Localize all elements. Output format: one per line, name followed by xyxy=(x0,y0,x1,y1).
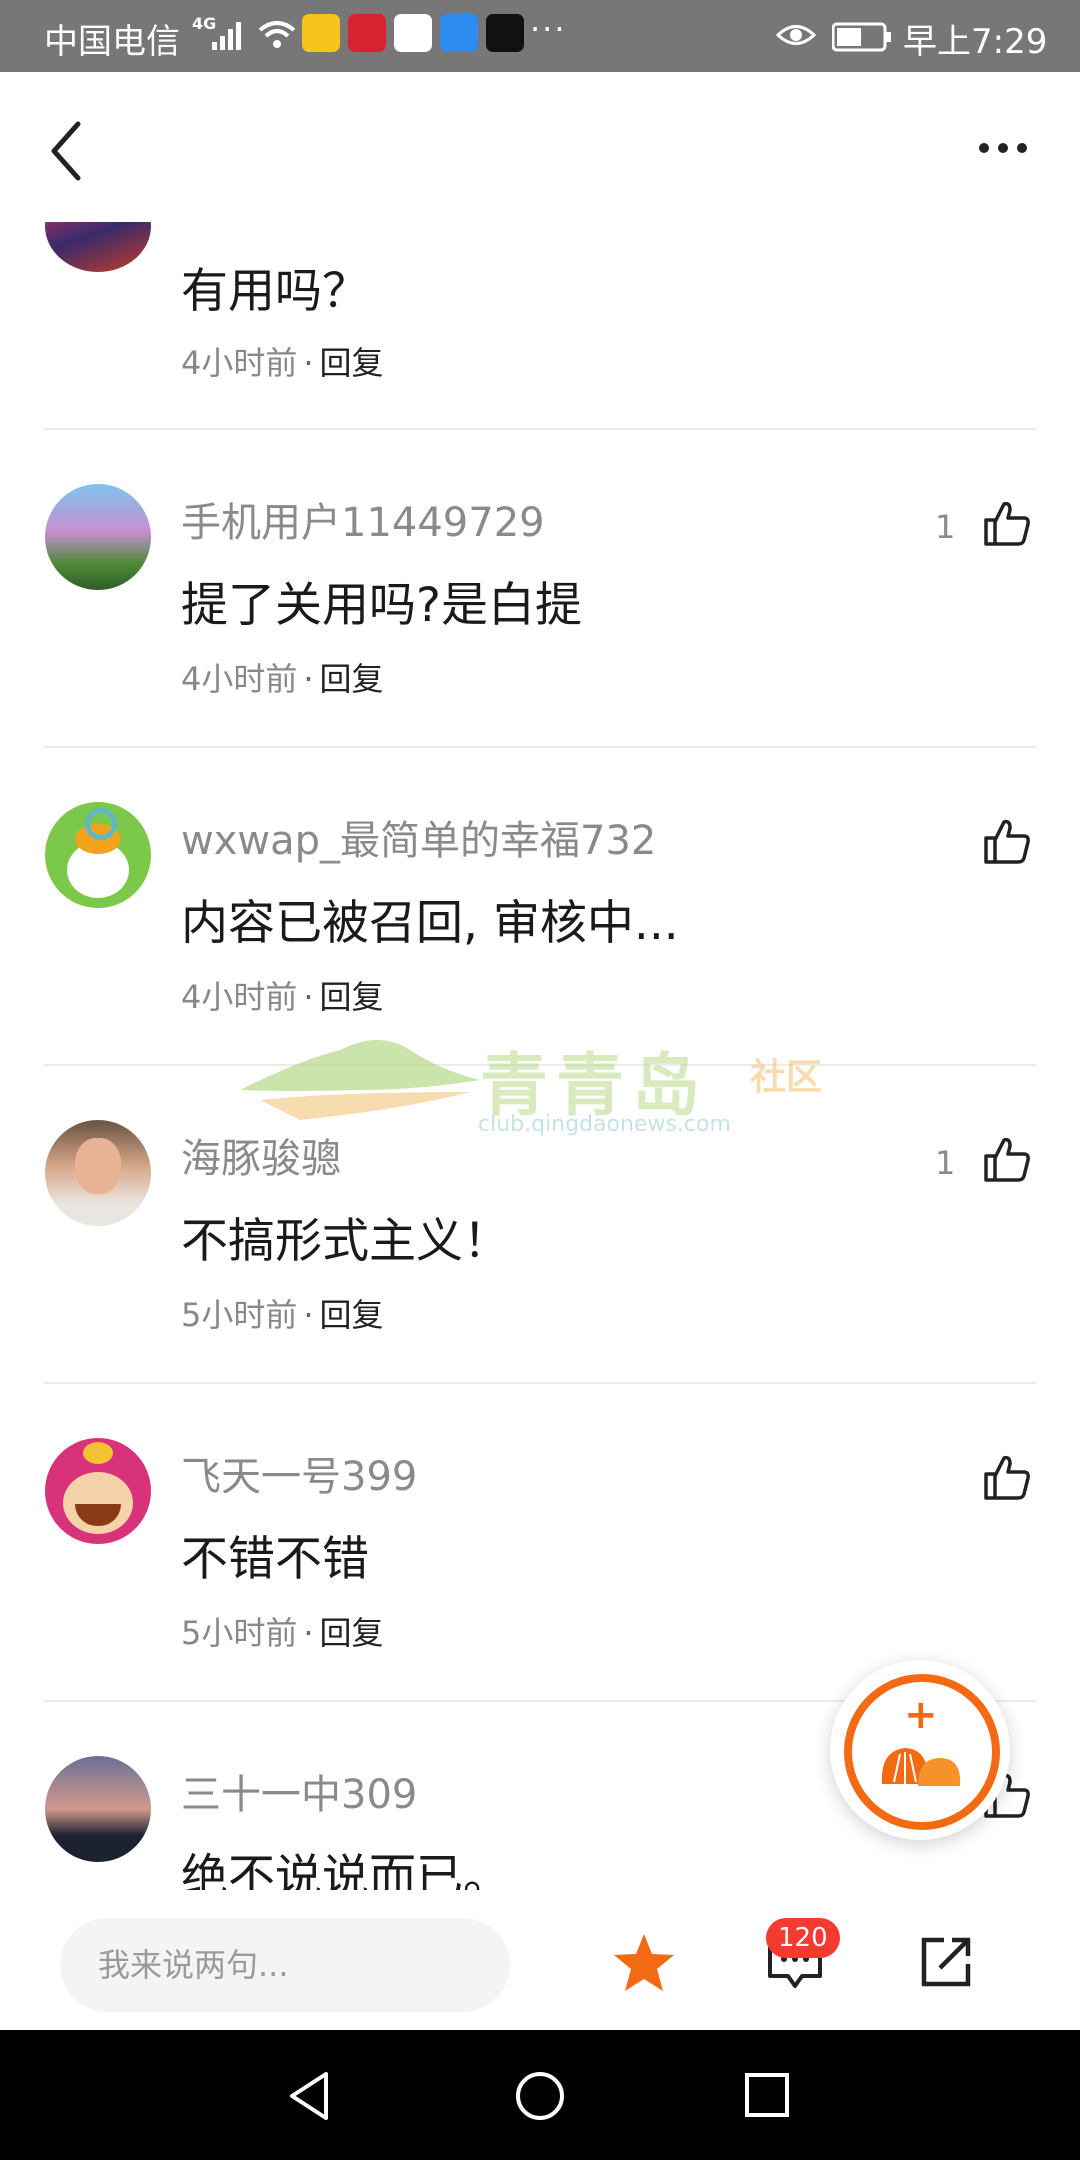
like-count: 1 xyxy=(935,1144,956,1182)
comment-count-badge: 120 xyxy=(766,1918,840,1958)
comment-username[interactable]: 海豚骏骢 xyxy=(181,1126,341,1184)
divider xyxy=(44,1382,1036,1384)
comment-time: 5小时前 xyxy=(181,1614,298,1652)
share-icon[interactable] xyxy=(918,1934,974,1990)
system-nav-bar xyxy=(0,2030,1080,2160)
divider xyxy=(44,746,1036,748)
avatar[interactable] xyxy=(45,484,151,590)
bottom-action-bar: 120 xyxy=(0,1890,1080,2030)
watermark-logo: 青青岛 社区 club.qingdaonews.com xyxy=(240,1030,840,1137)
comment-meta: 4小时前 · 回复 xyxy=(181,660,384,698)
reply-button[interactable]: 回复 xyxy=(320,660,384,698)
reply-button[interactable]: 回复 xyxy=(320,344,384,382)
comment-text: 内容已被召回, 审核中... xyxy=(181,896,679,951)
more-horizontal-icon[interactable] xyxy=(978,138,1028,158)
shell-icon xyxy=(881,1748,961,1786)
comment-meta: 4小时前 · 回复 xyxy=(181,344,384,382)
comment-time: 4小时前 xyxy=(181,344,298,382)
comment-username[interactable]: 三十一中309 xyxy=(181,1762,417,1820)
comment-username[interactable]: 飞天一号399 xyxy=(181,1444,417,1502)
comment-time: 5小时前 xyxy=(181,1296,298,1334)
comment-item: 手机用户11449729 提了关用吗?是白提 4小时前 · 回复 1 xyxy=(0,482,1080,798)
comment-text: 提了关用吗?是白提 xyxy=(181,578,582,633)
thumbs-up-icon[interactable] xyxy=(982,1452,1032,1502)
comment-text: 有用吗？ xyxy=(181,264,369,319)
comment-time: 4小时前 xyxy=(181,978,298,1016)
comment-username[interactable]: 手机用户11449729 xyxy=(181,490,545,548)
comment-text: 不错不错 xyxy=(181,1532,369,1587)
top-header xyxy=(0,72,1080,222)
comment-username[interactable]: wxwap_最简单的幸福732 xyxy=(181,808,656,866)
avatar[interactable] xyxy=(45,802,151,908)
floating-post-button[interactable]: + xyxy=(830,1660,1010,1840)
comment-time: 4小时前 xyxy=(181,660,298,698)
thumbs-up-icon[interactable] xyxy=(982,498,1032,548)
comment-meta: 4小时前 · 回复 xyxy=(181,978,384,1016)
avatar[interactable] xyxy=(45,1120,151,1226)
chevron-left-icon[interactable] xyxy=(46,116,86,186)
comment-input[interactable] xyxy=(60,1918,510,2012)
reply-button[interactable]: 回复 xyxy=(320,1296,384,1334)
mountain-logo-icon xyxy=(240,1040,480,1120)
plus-icon: + xyxy=(904,1692,938,1738)
comment-meta: 5小时前 · 回复 xyxy=(181,1614,384,1652)
avatar[interactable] xyxy=(45,1438,151,1544)
star-icon[interactable] xyxy=(612,1930,676,1994)
comment-text: 不搞形式主义！ xyxy=(181,1214,510,1269)
comment-item: 有用吗？ 4小时前 · 回复 xyxy=(0,180,1080,496)
reply-button[interactable]: 回复 xyxy=(320,1614,384,1652)
thumbs-up-icon[interactable] xyxy=(982,1134,1032,1184)
watermark-subtitle: 社区 xyxy=(750,1057,823,1098)
avatar[interactable] xyxy=(45,1756,151,1862)
like-count: 1 xyxy=(935,508,956,546)
reply-button[interactable]: 回复 xyxy=(320,978,384,1016)
comment-item: 海豚骏骢 不搞形式主义！ 5小时前 · 回复 1 xyxy=(0,1118,1080,1434)
nav-recent-apps-icon[interactable] xyxy=(744,2072,790,2118)
divider xyxy=(44,428,1036,430)
thumbs-up-icon[interactable] xyxy=(982,816,1032,866)
nav-back-icon[interactable] xyxy=(286,2070,332,2122)
nav-home-icon[interactable] xyxy=(514,2070,566,2122)
comment-meta: 5小时前 · 回复 xyxy=(181,1296,384,1334)
watermark-url: club.qingdaonews.com xyxy=(478,1112,731,1137)
